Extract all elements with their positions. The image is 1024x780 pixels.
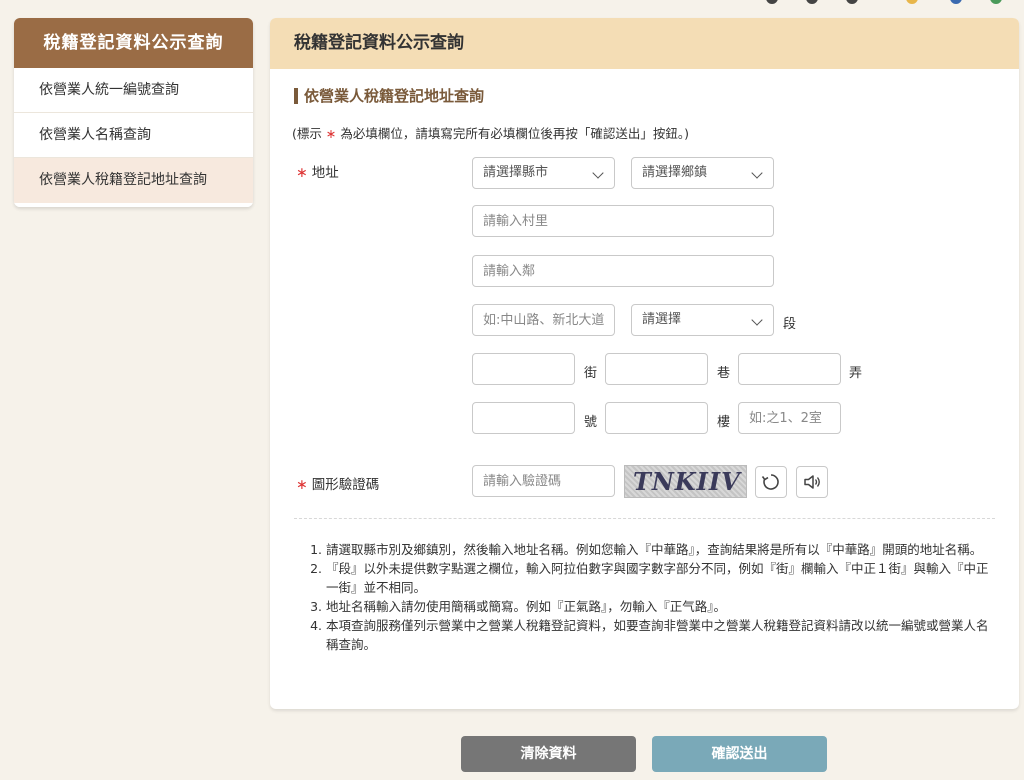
list-item: 本項查詢服務僅列示營業中之營業人稅籍登記資料，如要查詢非營業中之營業人稅籍登記資… [326, 616, 994, 654]
captcha-refresh-button[interactable] [755, 466, 787, 498]
notes-list: 請選取縣市別及鄉鎮別，然後輸入地址名稱。例如您輸入『中華路』，查詢結果將是所有以… [294, 540, 994, 654]
town-select[interactable]: 請選擇鄉鎮 [631, 157, 774, 189]
town-select-value: 請選擇鄉鎮 [642, 165, 708, 180]
county-select[interactable]: 請選擇縣市 [472, 157, 615, 189]
clear-button[interactable]: 清除資料 [461, 736, 636, 772]
address-label-text: 地址 [311, 165, 339, 181]
floor-extra-input[interactable] [738, 402, 841, 434]
lane-input[interactable] [605, 353, 708, 385]
sidebar-item-by-tax-id[interactable]: 依營業人統一編號查詢 [14, 68, 253, 113]
speaker-icon [804, 475, 820, 489]
required-star-icon: ∗ [296, 165, 308, 181]
village-input[interactable] [472, 205, 774, 237]
chevron-down-icon [751, 314, 763, 326]
sidebar-footer [14, 203, 253, 207]
unit-street: 街 [584, 366, 598, 381]
number-input[interactable] [472, 402, 575, 434]
note-suffix: 為必填欄位，請填寫完所有必填欄位後再按「確認送出」按鈕。) [340, 126, 689, 141]
required-star-icon: ∗ [296, 477, 308, 493]
divider [294, 518, 995, 519]
section-select-value: 請選擇 [642, 312, 682, 327]
top-decoration [764, 0, 1024, 4]
chevron-down-icon [592, 167, 604, 179]
neighborhood-input[interactable] [472, 255, 774, 287]
address-label: ∗ 地址 [296, 161, 339, 181]
chevron-down-icon [751, 167, 763, 179]
list-item: 『段』以外未提供數字點選之欄位，輸入阿拉伯數字與國字數字部分不同，例如『街』欄輸… [326, 559, 994, 597]
captcha-audio-button[interactable] [796, 466, 828, 498]
unit-floor: 樓 [717, 415, 731, 430]
required-star-icon: ∗ [325, 126, 337, 141]
unit-number: 號 [584, 415, 598, 430]
captcha-label: ∗ 圖形驗證碼 [296, 473, 379, 493]
list-item: 請選取縣市別及鄉鎮別，然後輸入地址名稱。例如您輸入『中華路』，查詢結果將是所有以… [326, 540, 994, 559]
section-title: 依營業人稅籍登記地址查詢 [294, 88, 484, 104]
county-select-value: 請選擇縣市 [483, 165, 549, 180]
unit-alley: 弄 [849, 366, 863, 381]
list-item: 地址名稱輸入請勿使用簡稱或簡寫。例如『正氣路』，勿輸入『正气路』。 [326, 597, 994, 616]
sidebar-title: 稅籍登記資料公示查詢 [14, 18, 253, 68]
road-input[interactable] [472, 304, 615, 336]
refresh-icon [761, 474, 779, 490]
main-panel: 稅籍登記資料公示查詢 依營業人稅籍登記地址查詢 (標示 ∗ 為必填欄位，請填寫完… [270, 18, 1019, 709]
unit-section: 段 [783, 317, 797, 332]
captcha-image: TNKIIV [624, 465, 747, 498]
sidebar-item-by-address[interactable]: 依營業人稅籍登記地址查詢 [14, 158, 253, 203]
note-prefix: (標示 [292, 126, 322, 141]
sidebar: 稅籍登記資料公示查詢 依營業人統一編號查詢 依營業人名稱查詢 依營業人稅籍登記地… [14, 18, 253, 207]
captcha-input[interactable] [472, 465, 615, 497]
sidebar-item-by-name[interactable]: 依營業人名稱查詢 [14, 113, 253, 158]
required-note: (標示 ∗ 為必填欄位，請填寫完所有必填欄位後再按「確認送出」按鈕。) [292, 123, 689, 142]
street-input[interactable] [472, 353, 575, 385]
alley-input[interactable] [738, 353, 841, 385]
unit-lane: 巷 [717, 366, 731, 381]
section-select[interactable]: 請選擇 [631, 304, 774, 336]
captcha-label-text: 圖形驗證碼 [311, 477, 380, 493]
page-title: 稅籍登記資料公示查詢 [270, 18, 1019, 69]
submit-button[interactable]: 確認送出 [652, 736, 827, 772]
floor-input[interactable] [605, 402, 708, 434]
